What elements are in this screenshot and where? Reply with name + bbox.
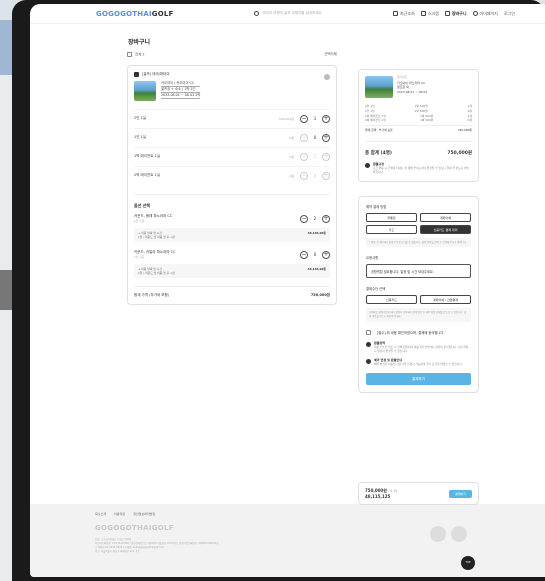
minus-button[interactable]: − <box>300 133 308 142</box>
addon-item: 카운드, 왕래 파노라마 CC 1인 기준 − 2 + <box>134 213 330 223</box>
change-policy: 예약 변경 및 환불안내 예약 변경은 이용일 기준 3일 전까지 가능하며 추가… <box>366 358 471 366</box>
top-nav: GOGOGOTHAIGOLF 태국의 여행지 골프 여행지를 검색하세요 최근조… <box>30 4 545 24</box>
bottom-pay-button[interactable]: 결제하기 <box>448 489 472 498</box>
summary-product: 태국/골프 카오야이 파노라마 CC 골프장 외 2023.08.01 ~ 08… <box>365 76 472 98</box>
nav-scrap[interactable]: 스크랩 <box>420 11 439 17</box>
footer-link[interactable]: 이용약관 <box>114 512 125 516</box>
item-checkbox[interactable] <box>134 71 139 77</box>
footer-link[interactable]: 회사소개 <box>95 512 106 516</box>
order-summary: 태국/골프 카오야이 파노라마 CC 골프장 외 2023.08.01 ~ 08… <box>358 69 479 393</box>
minus-button[interactable]: − <box>300 171 308 180</box>
summary-subtotal: 결제 금액 · 부가세 포함 330,000원 <box>365 125 472 133</box>
agree-checkbox[interactable]: [필수] 위 내용 확인하였으며, 결제에 동의합니다. <box>366 329 471 335</box>
footer-logo: GOGOGOTHAIGOLF <box>95 524 174 532</box>
checkbox-icon <box>366 329 371 335</box>
payment-method-grid: 무통장 계좌이체 카드 신용카드 결제 대리 <box>366 212 471 234</box>
option-row: 1박 에이전트 1실 0원 − 1 + <box>134 146 330 166</box>
user-nav: 최근조회 스크랩 장바구니 마이페이지 로그인 <box>393 11 515 17</box>
footer-info: 상호: 고고고타이골프 | 대표: 박주환 사업자등록번호: 123-45-67… <box>95 538 219 553</box>
quantity-stepper: − 1 + <box>300 152 330 161</box>
quantity-stepper: − 0 + <box>300 171 330 180</box>
checkbox-icon <box>127 52 132 57</box>
plus-button[interactable]: + <box>322 152 330 161</box>
cart-item-card: [골프] 태국/파타야 카오야이 / 카오야이 CC 골프장 + 숙소 / 1박… <box>127 64 337 305</box>
chat-icon[interactable] <box>430 526 446 542</box>
plus-button[interactable]: + <box>322 114 330 123</box>
site-logo[interactable]: GOGOGOTHAIGOLF <box>96 10 174 18</box>
cart-list: 전체 1 선택삭제 [골프] 태국/파타야 카오야이 / 카오야이 CC 골프장… <box>127 52 337 305</box>
nav-login[interactable]: 로그인 <box>504 11 515 17</box>
product-category: [골프] 태국/파타야 <box>142 71 170 76</box>
nav-recent[interactable]: 최근조회 <box>393 11 415 17</box>
refund-note: 환불규정 요금 변동 시 금액이 바뀌는 점 양해 부탁드리며 변경될 수 있으니… <box>365 162 472 175</box>
bookmark-icon <box>420 11 426 16</box>
addon-detail-box: + 이용 날짜 및 시간 1일 / 라운드 및 이동 및 후 시간 48,165,… <box>134 263 330 278</box>
summary-line: 2박 에이전트 1실 1박 500원 0개 <box>365 118 472 123</box>
receipt-button[interactable]: 계좌이체 / 간편결제 <box>420 295 471 305</box>
method-button[interactable]: 카드 <box>366 224 417 234</box>
product-dates: 2023.08.01 ~ 08.03 2박 <box>161 92 201 99</box>
select-all-row: 전체 1 선택삭제 <box>127 52 337 58</box>
product-header: [골프] 태국/파타야 <box>134 71 330 77</box>
search-input[interactable]: 태국의 여행지 골프 여행지를 검색하세요 <box>263 11 322 16</box>
select-all-checkbox[interactable]: 전체 1 <box>127 52 145 58</box>
cart-icon <box>444 11 450 16</box>
summary-card: 태국/골프 카오야이 파노라마 CC 골프장 외 2023.08.01 ~ 08… <box>358 69 479 182</box>
method-button[interactable]: 계좌이체 <box>420 212 471 222</box>
minus-button[interactable]: − <box>300 214 308 223</box>
minus-button[interactable]: − <box>300 114 308 123</box>
search-icon[interactable] <box>253 11 259 16</box>
receipt-button[interactable]: 신용카드 <box>366 295 417 305</box>
addon-section-title: 옵션 선택 <box>134 193 330 209</box>
recent-icon <box>393 11 399 16</box>
info-icon <box>366 341 371 347</box>
option-row: 2박 에이전트 1실 0원 − 0 + <box>134 165 330 185</box>
plus-button[interactable]: + <box>322 171 330 180</box>
pay-button[interactable]: 결제하기 <box>366 372 471 385</box>
request-input[interactable]: 공항픽업 필요합니다. 일정 및 시간 보내주세요. <box>366 264 471 279</box>
laptop-bezel: GOGOGOTHAIGOLF 태국의 여행지 골프 여행지를 검색하세요 최근조… <box>12 0 545 581</box>
footer-link[interactable]: 개인정보처리방침 <box>133 512 155 516</box>
minus-button[interactable]: − <box>300 250 308 259</box>
refund-policy: 환불정책 이용 7일 전 취소 시 전액 환불되며 이용 3일 전부터는 환불이 … <box>366 341 471 354</box>
nav-mypage[interactable]: 마이페이지 <box>472 11 498 17</box>
scroll-top-button[interactable]: TOP <box>461 556 475 570</box>
quantity-stepper: − 0 + <box>300 133 330 142</box>
user-icon <box>472 11 478 16</box>
method-button-selected[interactable]: 신용카드 결제 대리 <box>420 224 471 234</box>
addon-item: 카운드, 카일라 파노라마 CC 1인 기준 − 0 + <box>134 249 330 259</box>
minus-button[interactable]: − <box>300 152 308 161</box>
item-total-row: 합계 가격 (부가세 포함) 750,000원 <box>134 285 330 298</box>
addon-detail-box: + 이용 날짜 및 시간 1일 / 라운드 및 이동 및 후 시간 48,165,… <box>134 227 330 242</box>
product-info: 카오야이 / 카오야이 CC 골프장 + 숙소 / 1박 2인 2023.08.… <box>134 80 330 101</box>
footer-links: 회사소개 이용약관 개인정보처리방침 <box>95 512 545 516</box>
payment-card: 예약 결제 방법 무통장 계좌이체 카드 신용카드 결제 대리 * 결제 수단에… <box>358 195 479 393</box>
option-row: 1인 1실 0원 − 0 + <box>134 127 330 147</box>
remove-item-icon[interactable] <box>324 73 330 80</box>
quantity-stepper: − 1 + <box>300 114 330 123</box>
quantity-stepper: − 2 + <box>300 214 330 223</box>
nav-cart[interactable]: 장바구니 <box>444 11 467 17</box>
kakao-icon[interactable] <box>451 526 467 542</box>
plus-button[interactable]: + <box>322 214 330 223</box>
quantity-stepper: − 0 + <box>300 250 330 259</box>
search-bar[interactable]: 태국의 여행지 골프 여행지를 검색하세요 <box>253 11 374 16</box>
page-title: 장바구니 <box>128 39 151 46</box>
summary-thumbnail <box>365 76 393 98</box>
summary-total: 총 합계 (4명) 750,000원 <box>365 140 472 156</box>
browser-screen: GOGOGOTHAIGOLF 태국의 여행지 골프 여행지를 검색하세요 최근조… <box>30 4 545 577</box>
plus-button[interactable]: + <box>322 250 330 259</box>
plus-button[interactable]: + <box>322 133 330 142</box>
delete-selected-button[interactable]: 선택삭제 <box>324 52 337 57</box>
info-icon <box>365 162 370 168</box>
product-thumbnail[interactable] <box>134 80 156 101</box>
option-row: 2인 1실 500,000원 − 1 + <box>134 108 330 128</box>
bottom-pay-bar: 750,000원 · 총 4명 48,115,125 결제하기 <box>358 482 479 505</box>
receipt-grid: 신용카드 계좌이체 / 간편결제 <box>366 295 471 305</box>
method-button[interactable]: 무통장 <box>366 212 417 222</box>
info-icon <box>366 359 371 365</box>
